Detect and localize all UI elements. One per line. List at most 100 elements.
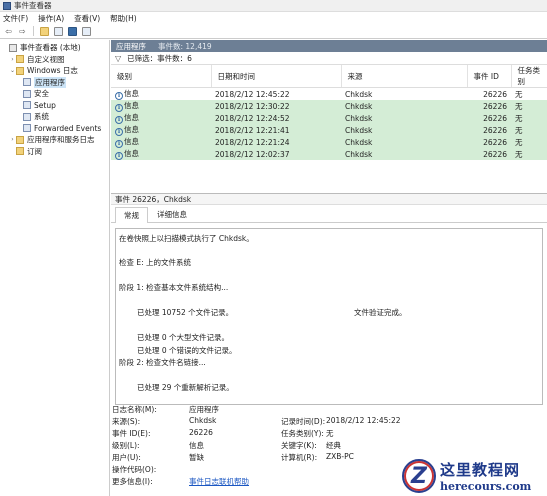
toolbar-divider xyxy=(33,26,34,36)
funnel-icon[interactable]: ▽ xyxy=(115,54,121,63)
console-tree-icon[interactable] xyxy=(53,26,64,37)
computer-value: ZXB-PC xyxy=(326,452,354,461)
table-row[interactable]: i 信息 2018/2/12 12:24:52 Chkdsk 26226 无 xyxy=(111,112,547,124)
event-level: i 信息 xyxy=(111,112,211,124)
message-line: 阶段 1: 检查基本文件系统结构... xyxy=(119,283,229,292)
event-source: Chkdsk xyxy=(341,136,467,148)
event-source: Chkdsk xyxy=(341,100,467,112)
message-line: 已处理 0 个大型文件记录。 xyxy=(137,333,230,342)
event-viewer-icon xyxy=(9,43,17,52)
menu-view[interactable]: 查看(V) xyxy=(74,13,100,24)
tab-general[interactable]: 常规 xyxy=(115,207,148,223)
event-source: Chkdsk xyxy=(341,87,467,100)
expander-icon[interactable]: › xyxy=(9,136,16,143)
message-line: 已处理 10752 个文件记录。 xyxy=(137,308,234,317)
col-event-id[interactable]: 事件 ID xyxy=(467,65,512,88)
log-icon xyxy=(23,124,31,133)
keywords-value: 经典 xyxy=(326,441,341,450)
event-source: Chkdsk xyxy=(341,112,467,124)
table-row[interactable]: i 信息 2018/2/12 12:21:24 Chkdsk 26226 无 xyxy=(111,136,547,148)
filter-bar: ▽ 已筛选：事件数：6 xyxy=(111,52,547,65)
event-id: 26226 xyxy=(467,87,511,100)
event-id: 26226 xyxy=(467,112,511,124)
table-row[interactable]: i 信息 2018/2/12 12:45:22 Chkdsk 26226 无 xyxy=(111,87,547,100)
navigation-tree: 事件查看器 (本地) › 自定义视图 ⌄ Windows 日志 应用程序 安全 Setup 系统… xyxy=(0,40,110,496)
table-row[interactable]: i 信息 2018/2/12 12:02:37 Chkdsk 26226 无 xyxy=(111,148,547,160)
event-level: i 信息 xyxy=(111,87,211,100)
action-pane-icon[interactable] xyxy=(81,26,92,37)
tree-item-label: 自定义视图 xyxy=(27,54,65,64)
col-task[interactable]: 任务类别 xyxy=(511,65,547,88)
event-id-value: 26226 xyxy=(189,428,213,437)
expander-icon[interactable]: › xyxy=(9,56,16,63)
message-line: 文件验证完成。 xyxy=(354,308,407,317)
expander-icon[interactable]: ⌄ xyxy=(9,67,16,74)
tree-item[interactable]: 系统 xyxy=(0,111,109,123)
tree-item[interactable]: › 自定义视图 xyxy=(0,54,109,66)
events-table: 级别 日期和时间 来源 事件 ID 任务类别 i 信息 2018/2/12 12:4… xyxy=(111,65,547,160)
tree-item[interactable]: ⌄ Windows 日志 xyxy=(0,65,109,77)
event-source: Chkdsk xyxy=(341,124,467,136)
tree-item[interactable]: Forwarded Events xyxy=(0,123,109,135)
watermark-logo-icon: Z xyxy=(402,459,436,493)
more-info-label: 更多信息(I): xyxy=(112,477,153,486)
help-icon[interactable] xyxy=(67,26,78,37)
log-icon xyxy=(23,89,31,98)
detail-header: 事件 26226，Chkdsk xyxy=(111,193,547,205)
folder-up-icon[interactable] xyxy=(39,26,50,37)
tree-item[interactable]: 订阅 xyxy=(0,146,109,158)
tree-item-label: 安全 xyxy=(34,89,49,99)
log-name-label: 日志名称(M): xyxy=(112,405,157,414)
event-datetime: 2018/2/12 12:02:37 xyxy=(211,148,341,160)
col-source[interactable]: 来源 xyxy=(341,65,468,88)
watermark: Z 这里教程网 herecours.com xyxy=(402,456,547,496)
event-level-text: 信息 xyxy=(124,113,139,122)
event-level-text: 信息 xyxy=(124,101,139,110)
tree-item[interactable]: › 应用程序和服务日志 xyxy=(0,134,109,146)
tree-item-label: Forwarded Events xyxy=(34,123,102,133)
col-datetime[interactable]: 日期和时间 xyxy=(211,65,342,88)
table-row[interactable]: i 信息 2018/2/12 12:21:41 Chkdsk 26226 无 xyxy=(111,124,547,136)
col-level[interactable]: 级别 xyxy=(111,65,212,88)
tree-item-label: 应用程序和服务日志 xyxy=(27,135,95,145)
message-line: 阶段 2: 检查文件名链接... xyxy=(119,358,206,367)
message-line: 在卷快照上以扫描模式执行了 Chkdsk。 xyxy=(119,234,254,243)
opcode-label: 操作代码(O): xyxy=(112,465,157,474)
forward-arrow-icon[interactable]: ⇨ xyxy=(17,26,28,37)
event-datetime: 2018/2/12 12:24:52 xyxy=(211,112,341,124)
info-icon: i xyxy=(115,140,123,148)
watermark-text: 这里教程网 herecours.com xyxy=(440,459,531,493)
online-help-link[interactable]: 事件日志联机帮助 xyxy=(189,476,249,487)
event-source: Chkdsk xyxy=(341,148,467,160)
events-empty-area xyxy=(111,160,547,193)
tree-item[interactable]: Setup xyxy=(0,100,109,112)
folder-icon xyxy=(16,135,24,144)
tree-item[interactable]: 事件查看器 (本地) xyxy=(0,42,109,54)
watermark-name: 这里教程网 xyxy=(440,461,521,479)
watermark-url: herecours.com xyxy=(440,480,532,493)
event-id-label: 事件 ID(E): xyxy=(112,429,151,438)
event-level: i 信息 xyxy=(111,136,211,148)
log-name-value: 应用程序 xyxy=(189,405,219,414)
log-icon xyxy=(23,78,31,87)
source-value: Chkdsk xyxy=(189,416,217,425)
tab-details[interactable]: 详细信息 xyxy=(148,206,196,222)
table-row[interactable]: i 信息 2018/2/12 12:30:22 Chkdsk 26226 无 xyxy=(111,100,547,112)
info-icon: i xyxy=(115,152,123,160)
event-viewer-icon xyxy=(3,1,11,10)
log-icon xyxy=(23,101,31,110)
menu-help[interactable]: 帮助(H) xyxy=(110,13,137,24)
user-value: 暂缺 xyxy=(189,453,204,462)
info-icon: i xyxy=(115,128,123,136)
back-arrow-icon[interactable]: ⇦ xyxy=(3,26,14,37)
info-icon: i xyxy=(115,116,123,124)
title-bar: 事件查看器 xyxy=(0,0,547,12)
tree-item[interactable]: 安全 xyxy=(0,88,109,100)
menu-action[interactable]: 操作(A) xyxy=(38,13,64,24)
event-task: 无 xyxy=(511,124,547,136)
tree-item-label: 事件查看器 (本地) xyxy=(20,43,81,53)
menu-file[interactable]: 文件(F) xyxy=(3,13,28,24)
source-label: 来源(S): xyxy=(112,417,141,426)
tree-item[interactable]: 应用程序 xyxy=(0,76,109,89)
filter-text: 已筛选：事件数：6 xyxy=(127,53,192,63)
